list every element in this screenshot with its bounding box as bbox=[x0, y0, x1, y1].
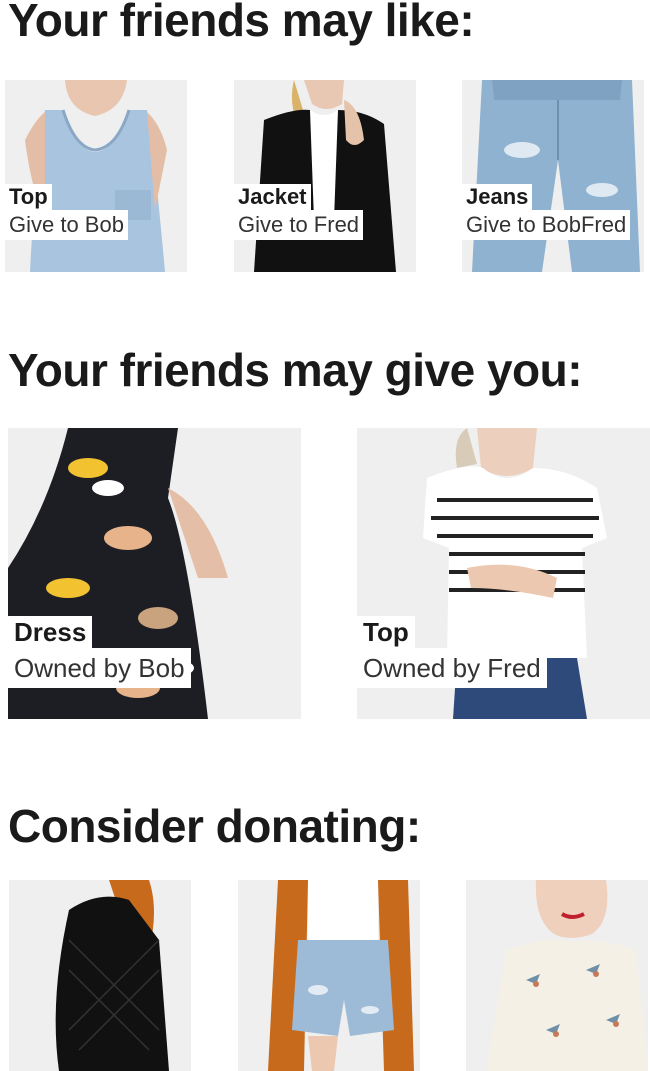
product-label: Jacket Give to Fred bbox=[234, 184, 364, 240]
leather-jacket-photo bbox=[9, 880, 191, 1071]
tank-top-photo bbox=[5, 80, 187, 272]
donate-card-denim-shorts[interactable] bbox=[238, 880, 420, 1071]
section-title-consider-donating: Consider donating: bbox=[8, 800, 421, 852]
product-label: Top Give to Bob bbox=[5, 184, 128, 240]
section-title-friends-may-like: Your friends may like: bbox=[8, 0, 475, 46]
product-card-jacket[interactable]: Jacket Give to Fred bbox=[234, 80, 416, 272]
donate-card-leather-jacket[interactable] bbox=[9, 880, 191, 1071]
product-card-top-2[interactable]: Top Owned by Fred bbox=[357, 428, 650, 719]
product-name: Top bbox=[5, 184, 52, 210]
product-card-dress[interactable]: Dress Owned by Bob bbox=[8, 428, 301, 719]
give-to-text: Give to Bob bbox=[5, 210, 128, 240]
section-title-friends-may-give-you: Your friends may give you: bbox=[8, 344, 583, 396]
donate-card-bird-blouse[interactable] bbox=[466, 880, 648, 1071]
owned-by-text: Owned by Bob bbox=[8, 648, 191, 688]
product-label: Jeans Give to BobFred bbox=[462, 184, 631, 240]
give-to-text: Give to BobFred bbox=[462, 210, 631, 240]
product-name: Jacket bbox=[234, 184, 311, 210]
ripped-jeans-photo bbox=[462, 80, 644, 272]
bird-print-blouse-photo bbox=[466, 880, 648, 1071]
product-name: Jeans bbox=[462, 184, 533, 210]
product-card-top[interactable]: Top Give to Bob bbox=[5, 80, 187, 272]
product-label: Dress Owned by Bob bbox=[8, 616, 191, 688]
black-blazer-photo bbox=[234, 80, 416, 272]
product-card-jeans[interactable]: Jeans Give to BobFred bbox=[462, 80, 644, 272]
owned-by-text: Owned by Fred bbox=[357, 648, 547, 688]
product-name: Top bbox=[357, 616, 415, 648]
give-to-text: Give to Fred bbox=[234, 210, 364, 240]
product-name: Dress bbox=[8, 616, 93, 648]
product-label: Top Owned by Fred bbox=[357, 616, 547, 688]
denim-shorts-photo bbox=[238, 880, 420, 1071]
